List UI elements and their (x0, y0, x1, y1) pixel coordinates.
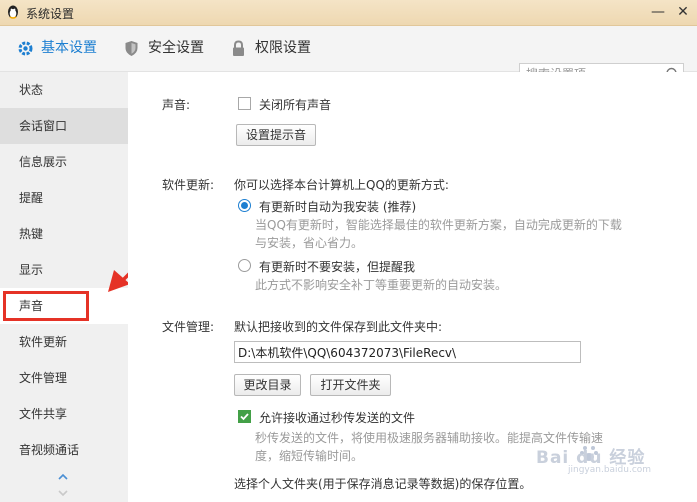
scroll-down-chevron-icon[interactable] (57, 488, 69, 498)
qq-penguin-icon (8, 5, 18, 19)
close-button[interactable]: ✕ (673, 3, 693, 21)
tab-permission-settings[interactable]: 权限设置 (231, 26, 311, 71)
gear-icon (18, 41, 33, 56)
file-section-label: 文件管理: (162, 320, 215, 334)
personal-folder-text: 选择个人文件夹(用于保存消息记录等数据)的保存位置。 (234, 477, 532, 491)
tab-bar: 基本设置 安全设置 权限设置 (0, 26, 697, 85)
minimize-button[interactable]: — (648, 3, 668, 21)
shield-icon (125, 41, 138, 56)
checkmark-icon (240, 413, 249, 421)
update-notify-radio[interactable] (238, 259, 251, 272)
sidebar-item-software-update[interactable]: 软件更新 (0, 324, 128, 360)
tab-basic-settings[interactable]: 基本设置 (17, 26, 97, 71)
sound-section-label: 声音: (162, 98, 191, 112)
window-title: 系统设置 (26, 7, 75, 21)
sidebar-item-av-call[interactable]: 音视频通话 (0, 432, 128, 468)
tab-label: 基本设置 (41, 40, 97, 56)
mute-all-label: 关闭所有声音 (259, 98, 332, 112)
allow-flash-label: 允许接收通过秒传发送的文件 (259, 411, 416, 425)
title-bar: 系统设置 — ✕ (0, 0, 697, 26)
sidebar-item-status[interactable]: 状态 (0, 72, 128, 108)
allow-flash-checkbox[interactable] (238, 410, 251, 423)
tab-label: 权限设置 (255, 40, 311, 56)
mute-all-checkbox[interactable] (238, 97, 251, 110)
update-notify-label: 有更新时不要安装，但提醒我 (259, 260, 416, 274)
sidebar-item-file-sharing[interactable]: 文件共享 (0, 396, 128, 432)
sidebar-item-file-management[interactable]: 文件管理 (0, 360, 128, 396)
tab-label: 安全设置 (148, 40, 204, 56)
allow-flash-desc-cont: 度，缩短传输时间。 (255, 449, 364, 463)
update-auto-label: 有更新时自动为我安装 (推荐) (259, 200, 417, 214)
file-path-input[interactable] (238, 344, 576, 360)
sidebar-item-chat-window[interactable]: 会话窗口 (0, 108, 128, 144)
change-directory-button[interactable]: 更改目录 (234, 374, 301, 396)
update-intro: 你可以选择本台计算机上QQ的更新方式: (234, 178, 449, 192)
scroll-up-chevron-icon[interactable] (57, 472, 69, 482)
file-intro: 默认把接收到的文件保存到此文件夹中: (234, 320, 443, 334)
update-auto-desc: 当QQ有更新时，智能选择最佳的软件更新方案，自动完成更新的下载 (255, 218, 622, 232)
watermark-url: jingyan.baidu.com (568, 465, 652, 475)
set-tone-button[interactable]: 设置提示音 (236, 124, 316, 146)
lock-icon (233, 40, 244, 56)
update-section-label: 软件更新: (162, 178, 215, 192)
update-auto-radio[interactable] (238, 199, 251, 212)
update-notify-desc: 此方式不影响安全补丁等重要更新的自动安装。 (255, 278, 508, 292)
tab-security-settings[interactable]: 安全设置 (124, 26, 204, 71)
sidebar-item-reminder[interactable]: 提醒 (0, 180, 128, 216)
sidebar-item-info-display[interactable]: 信息展示 (0, 144, 128, 180)
update-auto-desc-cont: 与安装，省心省力。 (255, 236, 364, 250)
highlight-box (3, 291, 89, 321)
open-folder-button[interactable]: 打开文件夹 (310, 374, 391, 396)
file-path-box (234, 341, 581, 363)
